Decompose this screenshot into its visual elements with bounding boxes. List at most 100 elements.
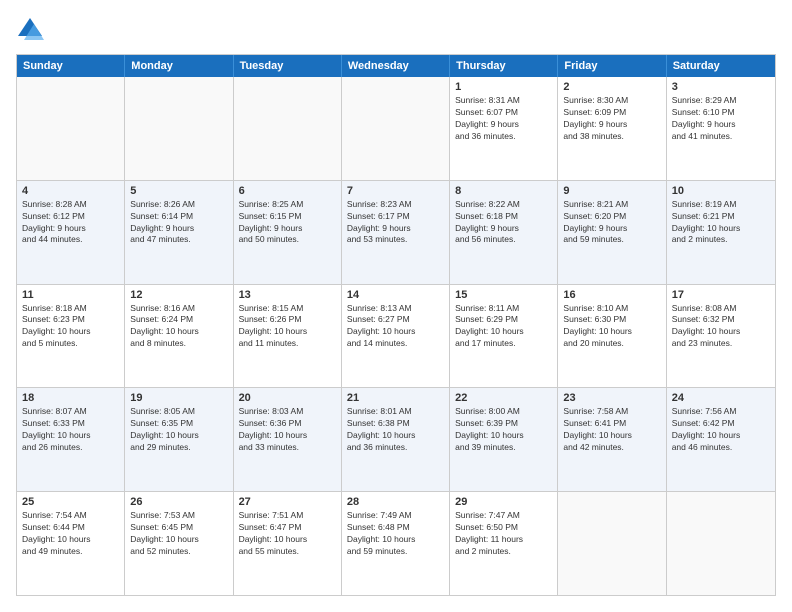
calendar-row-3: 18 Sunrise: 8:07 AM Sunset: 6:33 PM Dayli… xyxy=(17,387,775,491)
day-number: 8 xyxy=(455,185,552,197)
day-number: 9 xyxy=(563,185,660,197)
day-number: 10 xyxy=(672,185,770,197)
day-info: Sunrise: 7:56 AM Sunset: 6:42 PM Dayligh… xyxy=(672,406,770,454)
day-info: Sunrise: 8:31 AM Sunset: 6:07 PM Dayligh… xyxy=(455,95,552,143)
day-info: Sunrise: 8:30 AM Sunset: 6:09 PM Dayligh… xyxy=(563,95,660,143)
logo-icon xyxy=(16,16,44,44)
header-day-friday: Friday xyxy=(558,55,666,77)
page: SundayMondayTuesdayWednesdayThursdayFrid… xyxy=(0,0,792,612)
day-number: 5 xyxy=(130,185,227,197)
day-cell-15: 15Sunrise: 8:11 AM Sunset: 6:29 PM Dayli… xyxy=(450,285,558,388)
calendar-row-1: 4 Sunrise: 8:28 AM Sunset: 6:12 PM Daylig… xyxy=(17,180,775,284)
day-info: Sunrise: 8:01 AM Sunset: 6:38 PM Dayligh… xyxy=(347,406,444,454)
day-number: 7 xyxy=(347,185,444,197)
day-number: 14 xyxy=(347,289,444,301)
day-cell-6: 6 Sunrise: 8:25 AM Sunset: 6:15 PM Daylig… xyxy=(234,181,342,284)
day-info: Sunrise: 8:16 AM Sunset: 6:24 PM Dayligh… xyxy=(130,303,227,351)
day-cell-19: 19 Sunrise: 8:05 AM Sunset: 6:35 PM Dayli… xyxy=(125,388,233,491)
day-info: Sunrise: 8:00 AM Sunset: 6:39 PM Dayligh… xyxy=(455,406,552,454)
day-info: Sunrise: 8:28 AM Sunset: 6:12 PM Dayligh… xyxy=(22,199,119,247)
day-number: 19 xyxy=(130,392,227,404)
day-cell-24: 24 Sunrise: 7:56 AM Sunset: 6:42 PM Dayli… xyxy=(667,388,775,491)
empty-cell-0-3 xyxy=(342,77,450,180)
day-info: Sunrise: 8:22 AM Sunset: 6:18 PM Dayligh… xyxy=(455,199,552,247)
day-number: 27 xyxy=(239,496,336,508)
day-number: 11 xyxy=(22,289,119,301)
day-info: Sunrise: 8:03 AM Sunset: 6:36 PM Dayligh… xyxy=(239,406,336,454)
day-cell-28: 28 Sunrise: 7:49 AM Sunset: 6:48 PM Dayli… xyxy=(342,492,450,595)
day-number: 3 xyxy=(672,81,770,93)
day-number: 21 xyxy=(347,392,444,404)
day-cell-18: 18 Sunrise: 8:07 AM Sunset: 6:33 PM Dayli… xyxy=(17,388,125,491)
day-cell-4: 4 Sunrise: 8:28 AM Sunset: 6:12 PM Daylig… xyxy=(17,181,125,284)
day-cell-11: 11 Sunrise: 8:18 AM Sunset: 6:23 PM Dayli… xyxy=(17,285,125,388)
day-number: 6 xyxy=(239,185,336,197)
logo xyxy=(16,16,48,44)
day-number: 12 xyxy=(130,289,227,301)
day-cell-23: 23Sunrise: 7:58 AM Sunset: 6:41 PM Dayli… xyxy=(558,388,666,491)
day-cell-21: 21 Sunrise: 8:01 AM Sunset: 6:38 PM Dayli… xyxy=(342,388,450,491)
day-info: Sunrise: 8:21 AM Sunset: 6:20 PM Dayligh… xyxy=(563,199,660,247)
day-cell-9: 9 Sunrise: 8:21 AM Sunset: 6:20 PM Daylig… xyxy=(558,181,666,284)
day-info: Sunrise: 8:13 AM Sunset: 6:27 PM Dayligh… xyxy=(347,303,444,351)
header-day-thursday: Thursday xyxy=(450,55,558,77)
header-day-tuesday: Tuesday xyxy=(234,55,342,77)
day-cell-3: 3Sunrise: 8:29 AM Sunset: 6:10 PM Daylig… xyxy=(667,77,775,180)
day-cell-27: 27Sunrise: 7:51 AM Sunset: 6:47 PM Dayli… xyxy=(234,492,342,595)
day-info: Sunrise: 7:47 AM Sunset: 6:50 PM Dayligh… xyxy=(455,510,552,558)
calendar-row-2: 11 Sunrise: 8:18 AM Sunset: 6:23 PM Dayli… xyxy=(17,284,775,388)
day-cell-5: 5 Sunrise: 8:26 AM Sunset: 6:14 PM Daylig… xyxy=(125,181,233,284)
calendar-row-0: 1 Sunrise: 8:31 AM Sunset: 6:07 PM Daylig… xyxy=(17,77,775,180)
header xyxy=(16,16,776,44)
day-cell-17: 17 Sunrise: 8:08 AM Sunset: 6:32 PM Dayli… xyxy=(667,285,775,388)
day-number: 17 xyxy=(672,289,770,301)
day-info: Sunrise: 8:07 AM Sunset: 6:33 PM Dayligh… xyxy=(22,406,119,454)
day-cell-1: 1 Sunrise: 8:31 AM Sunset: 6:07 PM Daylig… xyxy=(450,77,558,180)
header-day-sunday: Sunday xyxy=(17,55,125,77)
day-info: Sunrise: 7:53 AM Sunset: 6:45 PM Dayligh… xyxy=(130,510,227,558)
header-day-saturday: Saturday xyxy=(667,55,775,77)
day-cell-25: 25 Sunrise: 7:54 AM Sunset: 6:44 PM Dayli… xyxy=(17,492,125,595)
empty-cell-0-2 xyxy=(234,77,342,180)
day-cell-26: 26 Sunrise: 7:53 AM Sunset: 6:45 PM Dayli… xyxy=(125,492,233,595)
day-cell-12: 12 Sunrise: 8:16 AM Sunset: 6:24 PM Dayli… xyxy=(125,285,233,388)
day-number: 2 xyxy=(563,81,660,93)
day-number: 22 xyxy=(455,392,552,404)
day-number: 25 xyxy=(22,496,119,508)
day-info: Sunrise: 7:58 AM Sunset: 6:41 PM Dayligh… xyxy=(563,406,660,454)
day-number: 28 xyxy=(347,496,444,508)
day-info: Sunrise: 8:25 AM Sunset: 6:15 PM Dayligh… xyxy=(239,199,336,247)
day-info: Sunrise: 8:05 AM Sunset: 6:35 PM Dayligh… xyxy=(130,406,227,454)
empty-cell-0-1 xyxy=(125,77,233,180)
empty-cell-4-5 xyxy=(558,492,666,595)
empty-cell-0-0 xyxy=(17,77,125,180)
day-cell-7: 7Sunrise: 8:23 AM Sunset: 6:17 PM Daylig… xyxy=(342,181,450,284)
day-info: Sunrise: 8:08 AM Sunset: 6:32 PM Dayligh… xyxy=(672,303,770,351)
day-cell-29: 29Sunrise: 7:47 AM Sunset: 6:50 PM Dayli… xyxy=(450,492,558,595)
day-info: Sunrise: 8:18 AM Sunset: 6:23 PM Dayligh… xyxy=(22,303,119,351)
calendar: SundayMondayTuesdayWednesdayThursdayFrid… xyxy=(16,54,776,596)
day-info: Sunrise: 8:26 AM Sunset: 6:14 PM Dayligh… xyxy=(130,199,227,247)
day-number: 18 xyxy=(22,392,119,404)
day-cell-20: 20 Sunrise: 8:03 AM Sunset: 6:36 PM Dayli… xyxy=(234,388,342,491)
day-number: 1 xyxy=(455,81,552,93)
day-number: 20 xyxy=(239,392,336,404)
day-info: Sunrise: 7:49 AM Sunset: 6:48 PM Dayligh… xyxy=(347,510,444,558)
day-info: Sunrise: 8:11 AM Sunset: 6:29 PM Dayligh… xyxy=(455,303,552,351)
calendar-body: 1 Sunrise: 8:31 AM Sunset: 6:07 PM Daylig… xyxy=(17,77,775,595)
empty-cell-4-6 xyxy=(667,492,775,595)
day-cell-14: 14 Sunrise: 8:13 AM Sunset: 6:27 PM Dayli… xyxy=(342,285,450,388)
day-number: 24 xyxy=(672,392,770,404)
day-number: 16 xyxy=(563,289,660,301)
day-info: Sunrise: 8:15 AM Sunset: 6:26 PM Dayligh… xyxy=(239,303,336,351)
calendar-header: SundayMondayTuesdayWednesdayThursdayFrid… xyxy=(17,55,775,77)
day-info: Sunrise: 7:54 AM Sunset: 6:44 PM Dayligh… xyxy=(22,510,119,558)
header-day-wednesday: Wednesday xyxy=(342,55,450,77)
day-cell-16: 16Sunrise: 8:10 AM Sunset: 6:30 PM Dayli… xyxy=(558,285,666,388)
day-number: 13 xyxy=(239,289,336,301)
header-day-monday: Monday xyxy=(125,55,233,77)
day-number: 26 xyxy=(130,496,227,508)
day-cell-2: 2 Sunrise: 8:30 AM Sunset: 6:09 PM Daylig… xyxy=(558,77,666,180)
calendar-row-4: 25 Sunrise: 7:54 AM Sunset: 6:44 PM Dayli… xyxy=(17,491,775,595)
day-number: 4 xyxy=(22,185,119,197)
